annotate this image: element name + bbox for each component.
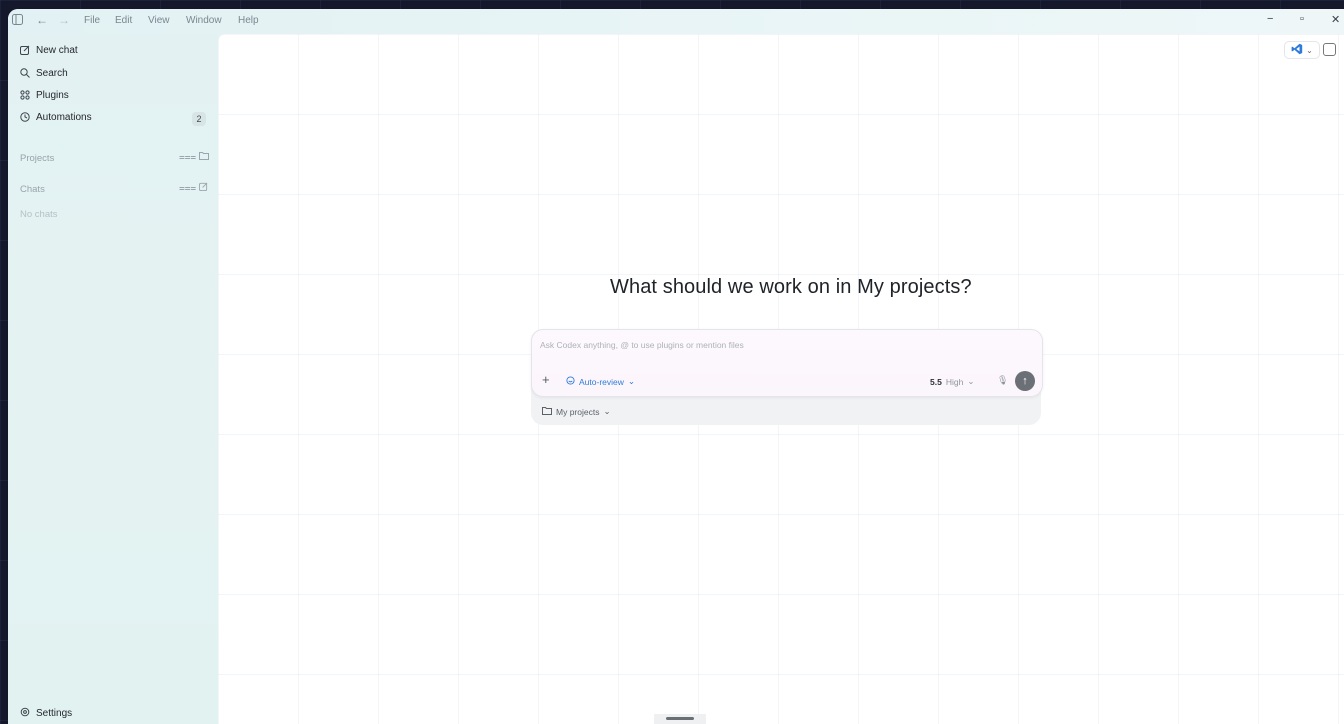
close-icon[interactable]: ✕ <box>1331 13 1340 26</box>
menu-window[interactable]: Window <box>186 15 222 26</box>
auto-review-dropdown[interactable]: Auto-review ⌄ <box>566 376 635 387</box>
settings-label: Settings <box>36 708 73 719</box>
chats-section-label: Chats <box>20 184 45 195</box>
sidebar-item-automations[interactable]: Automations <box>20 107 92 127</box>
page-title: What should we work on in My projects? <box>610 276 972 298</box>
automations-count-badge: 2 <box>192 112 206 126</box>
sidebar-item-label: Automations <box>36 111 92 123</box>
chevron-down-icon: ⌄ <box>603 406 611 416</box>
minimize-icon[interactable]: − <box>1267 13 1273 25</box>
sidebar-item-new-chat[interactable]: New chat <box>20 40 78 60</box>
sidebar-item-search[interactable]: Search <box>20 63 68 83</box>
sidebar: New chat Search Plugins Automations 2 Pr… <box>8 34 218 724</box>
filter-icon[interactable]: ⩶ <box>179 152 196 163</box>
project-label: My projects <box>556 406 600 417</box>
menu-file[interactable]: File <box>84 15 100 26</box>
title-bar: ← → File Edit View Window Help − ▫ ✕ <box>8 9 1344 34</box>
composer[interactable]: Ask Codex anything, @ to use plugins or … <box>531 329 1043 397</box>
auto-review-label: Auto-review <box>579 376 624 387</box>
add-folder-icon[interactable] <box>199 151 209 163</box>
search-icon <box>20 68 30 78</box>
gear-icon <box>20 707 30 720</box>
add-attachment-icon[interactable]: + <box>542 372 550 387</box>
sidebar-item-label: Plugins <box>36 89 69 101</box>
main-panel: ⌄ What should we work on in My projects?… <box>218 34 1344 724</box>
projects-section-label: Projects <box>20 153 55 164</box>
sidebar-item-plugins[interactable]: Plugins <box>20 85 69 105</box>
sidebar-item-label: Search <box>36 67 68 79</box>
effort-level: High <box>945 376 964 387</box>
menu-view[interactable]: View <box>148 15 170 26</box>
grid-icon <box>20 90 30 100</box>
menu-help[interactable]: Help <box>238 15 259 26</box>
new-chat-icon[interactable] <box>199 182 208 194</box>
forward-arrow-icon[interactable]: → <box>58 13 70 27</box>
chevron-down-icon: ⌄ <box>1306 45 1313 55</box>
microphone-icon[interactable]: 🎙︎ <box>997 375 1008 386</box>
vscode-icon <box>1291 43 1303 57</box>
folder-icon <box>542 406 552 417</box>
app-window: ← → File Edit View Window Help − ▫ ✕ New… <box>8 9 1344 724</box>
sidebar-item-label: New chat <box>36 44 78 56</box>
back-arrow-icon[interactable]: ← <box>36 13 48 27</box>
filter-icon[interactable]: ⩶ <box>179 183 196 194</box>
model-version: 5.5 <box>930 376 942 387</box>
restore-icon[interactable]: ▫ <box>1300 13 1304 25</box>
panel-toggle-icon[interactable] <box>1323 43 1336 56</box>
model-selector[interactable]: 5.5 High ⌄ <box>930 376 974 387</box>
bottom-drag-handle[interactable] <box>654 714 706 724</box>
project-selector[interactable]: My projects ⌄ <box>542 406 611 417</box>
sidebar-toggle-icon[interactable] <box>12 14 23 28</box>
chevron-down-icon: ⌄ <box>627 376 636 386</box>
menu-edit[interactable]: Edit <box>115 15 132 26</box>
clock-icon <box>20 112 30 122</box>
settings-button[interactable]: Settings <box>20 707 72 720</box>
open-in-editor-button[interactable]: ⌄ <box>1284 41 1320 59</box>
chevron-down-icon: ⌄ <box>967 376 975 386</box>
send-button[interactable]: ↑ <box>1015 371 1035 391</box>
composer-input[interactable]: Ask Codex anything, @ to use plugins or … <box>540 340 744 350</box>
no-chats-text: No chats <box>20 209 58 220</box>
edit-icon <box>20 45 30 55</box>
review-icon <box>566 376 575 387</box>
